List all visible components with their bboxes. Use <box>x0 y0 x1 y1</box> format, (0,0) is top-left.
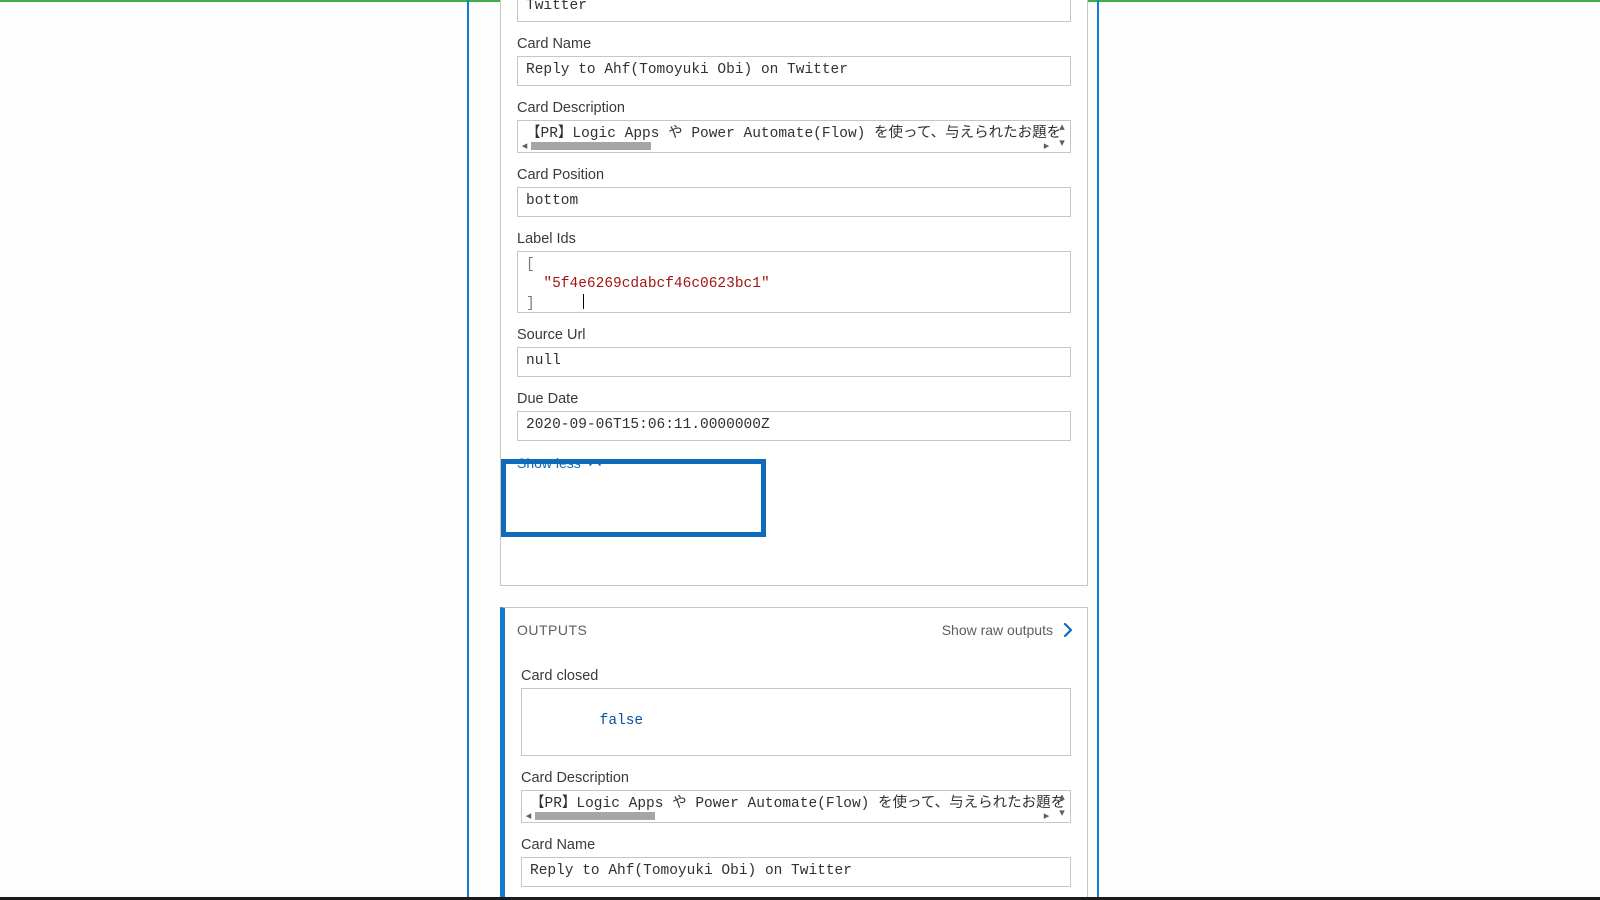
output-card-name-label: Card Name <box>521 837 1071 853</box>
scroll-up-icon[interactable]: ▴ <box>1054 121 1070 133</box>
label-ids-label: Label Ids <box>517 231 1071 247</box>
outputs-card: OUTPUTS Show raw outputs Card closed fal… <box>500 607 1088 900</box>
json-bracket-open: [ <box>526 257 535 273</box>
inputs-card: Twitter Card Name Reply to Ahf(Tomoyuki … <box>500 0 1088 586</box>
card-closed-label: Card closed <box>521 668 1071 684</box>
card-closed-value[interactable]: false <box>521 688 1071 756</box>
chevron-up-icon <box>589 459 601 467</box>
connector-line-right <box>1097 0 1099 897</box>
scroll-up-icon[interactable]: ▴ <box>1054 791 1070 803</box>
text-caret <box>583 294 584 309</box>
scroll-right-icon[interactable]: ▸ <box>1040 139 1053 152</box>
vertical-scrollbar[interactable]: ▴ ▾ <box>1054 791 1070 819</box>
show-less-link[interactable]: Show less <box>517 455 601 471</box>
card-position-label: Card Position <box>517 167 1071 183</box>
scroll-down-icon[interactable]: ▾ <box>1054 807 1070 819</box>
scroll-right-icon[interactable]: ▸ <box>1040 809 1053 822</box>
card-position-value[interactable]: bottom <box>517 187 1071 217</box>
scroll-track[interactable] <box>535 812 1040 820</box>
card-name-label: Card Name <box>517 36 1071 52</box>
scroll-thumb[interactable] <box>531 142 651 150</box>
source-url-label: Source Url <box>517 327 1071 343</box>
show-raw-outputs-link[interactable]: Show raw outputs <box>942 622 1073 638</box>
scroll-left-icon[interactable]: ◂ <box>522 809 535 822</box>
due-date-label: Due Date <box>517 391 1071 407</box>
card-name-value[interactable]: Reply to Ahf(Tomoyuki Obi) on Twitter <box>517 56 1071 86</box>
connector-line-left <box>467 0 469 897</box>
vertical-scrollbar[interactable]: ▴ ▾ <box>1054 121 1070 149</box>
card-closed-value-text: false <box>600 713 644 729</box>
scroll-down-icon[interactable]: ▾ <box>1054 137 1070 149</box>
source-url-value[interactable]: null <box>517 347 1071 377</box>
card-description-label: Card Description <box>517 100 1071 116</box>
stage: Twitter Card Name Reply to Ahf(Tomoyuki … <box>0 0 1600 900</box>
output-card-description-label: Card Description <box>521 770 1071 786</box>
scroll-thumb[interactable] <box>535 812 655 820</box>
show-less-text: Show less <box>517 455 581 471</box>
json-bracket-close: ] <box>526 296 535 312</box>
json-label-id-string: "5f4e6269cdabcf46c0623bc1" <box>543 276 769 292</box>
label-ids-value[interactable]: [ "5f4e6269cdabcf46c0623bc1" ] <box>517 251 1071 313</box>
output-card-name-value[interactable]: Reply to Ahf(Tomoyuki Obi) on Twitter <box>521 857 1071 887</box>
horizontal-scrollbar[interactable]: ◂ ▸ <box>522 809 1053 822</box>
horizontal-scrollbar[interactable]: ◂ ▸ <box>518 139 1053 152</box>
show-raw-outputs-text: Show raw outputs <box>942 622 1053 638</box>
scroll-left-icon[interactable]: ◂ <box>518 139 531 152</box>
scroll-track[interactable] <box>531 142 1040 150</box>
chevron-right-icon <box>1063 623 1073 637</box>
due-date-value[interactable]: 2020-09-06T15:06:11.0000000Z <box>517 411 1071 441</box>
outputs-title: OUTPUTS <box>517 622 587 638</box>
list-name-value[interactable]: Twitter <box>517 0 1071 22</box>
